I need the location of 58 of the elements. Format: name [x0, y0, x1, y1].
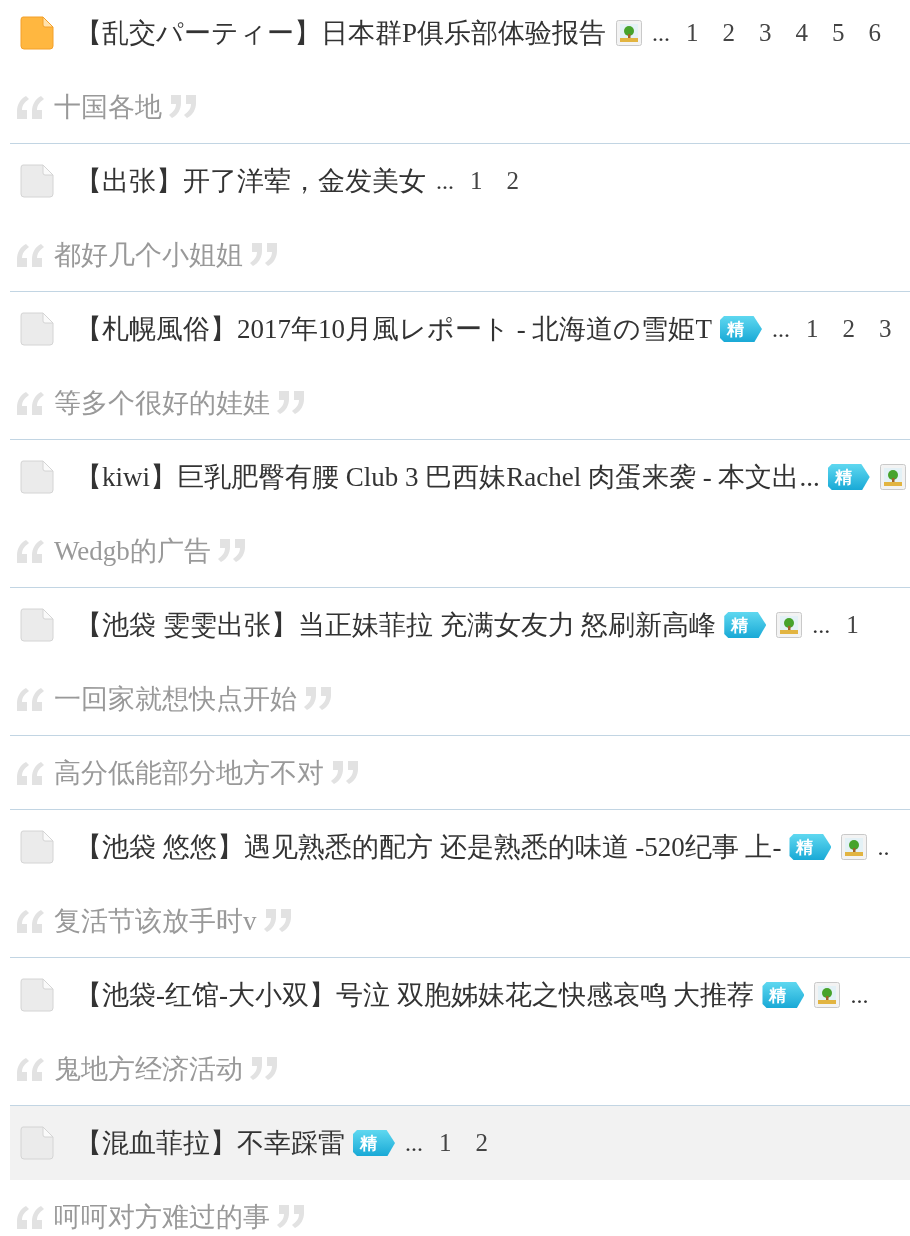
quote-close-icon — [276, 1202, 306, 1231]
page-link[interactable]: 1 — [834, 611, 871, 639]
quote-close-icon — [249, 1054, 279, 1083]
page-link[interactable]: 1 — [427, 1129, 464, 1157]
image-icon — [879, 464, 906, 490]
digest-badge: 精 — [353, 1130, 395, 1156]
reply-excerpt: 等多个很好的娃娃 — [54, 386, 270, 420]
page-link[interactable]: 2 — [710, 19, 748, 47]
thread-title-link[interactable]: 【出张】开了洋荤，金发美女 — [75, 163, 426, 199]
page-link[interactable]: 3 — [747, 19, 784, 47]
image-icon — [776, 612, 803, 638]
reply-excerpt: 十国各地 — [54, 90, 162, 124]
quote-close-icon — [303, 684, 333, 713]
page-link[interactable]: 1 — [458, 167, 495, 195]
thread-title-link[interactable]: 【kiwi】巨乳肥臀有腰 Club 3 巴西妹Rachel 肉蛋来袭 - 本文出... — [75, 459, 820, 495]
thread-title-link[interactable]: 【乱交パーティー】日本群P俱乐部体验报告 — [75, 15, 607, 51]
digest-badge: 精 — [762, 982, 805, 1008]
ellipsis: ... — [652, 19, 671, 47]
thread-title-link[interactable]: 【札幌風俗】2017年10月風レポート - 北海道の雪姫T — [75, 311, 712, 347]
ellipsis: ... — [850, 981, 869, 1009]
ellipsis: .. — [877, 833, 890, 861]
reply-excerpt: 高分低能部分地方不对 — [54, 756, 324, 790]
ellipsis: ... — [772, 315, 790, 343]
reply-excerpt: 一回家就想快点开始 — [54, 682, 297, 716]
quote-close-icon — [216, 536, 247, 565]
quote-close-icon — [262, 906, 293, 935]
page-link[interactable]: 5 — [820, 19, 857, 47]
digest-badge: 精 — [720, 316, 762, 342]
quote-close-icon — [168, 92, 198, 121]
page-link[interactable]: 3 — [867, 315, 904, 343]
page-link[interactable]: 2 — [463, 1129, 500, 1157]
reply-excerpt: 复活节该放手时v — [54, 904, 257, 938]
image-icon — [814, 982, 841, 1008]
digest-badge: 精 — [724, 612, 767, 638]
image-icon — [616, 20, 643, 46]
ellipsis: ... — [436, 167, 454, 195]
ellipsis: ... — [405, 1129, 423, 1157]
thread-title-link[interactable]: 【池袋-红馆-大小双】号泣 双胞姊妹花之快感哀鸣 大推荐 — [75, 977, 755, 1013]
reply-excerpt: 都好几个小姐姐 — [54, 238, 243, 272]
page-link[interactable]: 1 — [674, 19, 711, 47]
page-link[interactable]: 2 — [830, 315, 867, 343]
reply-excerpt: Wedgb的广告 — [54, 534, 211, 568]
digest-badge: 精 — [827, 464, 870, 490]
quote-close-icon — [249, 240, 279, 269]
reply-excerpt: 呵呵对方难过的事 — [54, 1200, 270, 1234]
thread-title-link[interactable]: 【池袋 悠悠】遇见熟悉的配方 还是熟悉的味道 -520纪事 上- — [75, 829, 782, 865]
image-icon — [841, 834, 868, 860]
page-link[interactable]: 1 — [794, 315, 831, 343]
page-link[interactable]: 6 — [856, 19, 894, 47]
quote-close-icon — [330, 758, 360, 787]
quote-close-icon — [276, 388, 306, 417]
ellipsis: ... — [812, 611, 831, 639]
page-link[interactable]: 4 — [783, 19, 821, 47]
reply-excerpt: 鬼地方经济活动 — [54, 1052, 243, 1086]
thread-title-link[interactable]: 【池袋 雯雯出张】当正妹菲拉 充满女友力 怒刷新高峰 — [75, 607, 717, 643]
digest-badge: 精 — [789, 834, 832, 860]
thread-title-link[interactable]: 【混血菲拉】不幸踩雷 — [75, 1125, 345, 1161]
page-link[interactable]: 2 — [494, 167, 531, 195]
